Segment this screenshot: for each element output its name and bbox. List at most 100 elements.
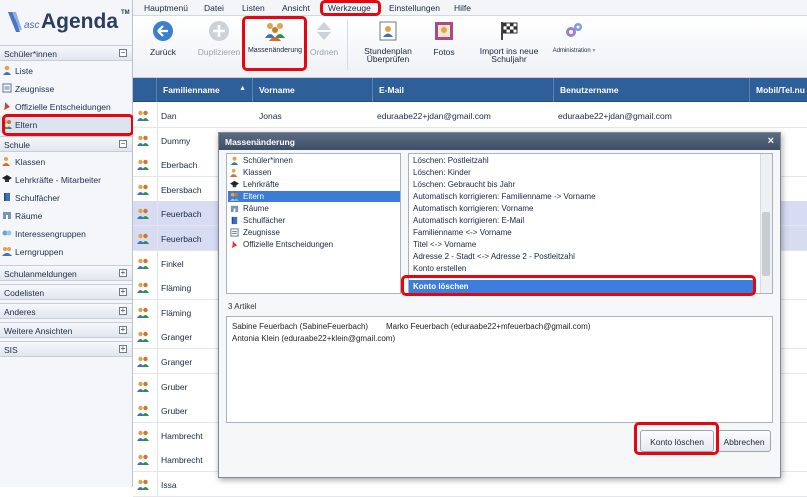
expand-icon[interactable]: + <box>119 326 127 334</box>
category-item-schueler[interactable]: Schüler*innen <box>228 155 400 166</box>
column-label: Familienname <box>163 85 220 95</box>
action-item[interactable]: Adresse 2 - Stadt <-> Adresse 2 - Postle… <box>413 252 575 261</box>
expand-icon[interactable]: + <box>119 288 127 296</box>
logo-name: Agenda <box>41 10 119 33</box>
cell-familienname: Gruber <box>161 382 188 392</box>
table-row[interactable]: Dan Jonas eduraabe22+jdan@gmail.com eduraab… <box>133 103 807 128</box>
cancel-button[interactable]: Abbrechen <box>717 430 771 452</box>
action-item[interactable]: Familienname <-> Vorname <box>413 228 512 237</box>
import-label-2: Schuljahr <box>491 54 527 64</box>
grid-header: Familienname ▲ Vorname E-Mail Benutzernam… <box>133 78 807 102</box>
action-item[interactable]: Automatisch korrigieren: E-Mail <box>413 216 524 225</box>
menu-bar: Hauptmenü Datei Listen Ansicht Werkzeuge… <box>133 0 807 16</box>
action-item[interactable]: Löschen: Kinder <box>413 168 471 177</box>
section-weitere-ansichten[interactable]: Weitere Ansichten + <box>0 322 132 338</box>
section-title: Schüler*innen <box>4 49 57 59</box>
category-item-eltern[interactable]: Eltern <box>228 191 400 202</box>
column-header-vorname[interactable]: Vorname <box>253 78 373 102</box>
action-item[interactable]: Automatisch korrigieren: Vorname <box>413 204 534 213</box>
section-sis[interactable]: SIS + <box>0 341 132 357</box>
menu-hilfe[interactable]: Hilfe <box>454 3 471 13</box>
category-item-schulfaecher[interactable]: Schulfächer <box>228 215 400 226</box>
cell-divider <box>157 398 158 423</box>
action-item[interactable]: Konto erstellen <box>413 264 466 273</box>
cell-familienname: Granger <box>161 332 193 342</box>
duplicate-button[interactable]: Duplizieren <box>195 20 243 57</box>
logo-tm: TM <box>121 10 130 16</box>
sidebar-item-zeugnisse[interactable]: Zeugnisse <box>0 80 132 97</box>
article-entry-detail: Marko Feuerbach (eduraabe22+mfeuerbach@g… <box>386 322 591 331</box>
column-header-benutzername[interactable]: Benutzername <box>554 78 750 102</box>
category-item-entscheidungen[interactable]: Offizielle Entscheidungen <box>228 239 400 250</box>
column-header-email[interactable]: E-Mail <box>373 78 554 102</box>
action-item[interactable]: Titel <-> Vorname <box>413 240 476 249</box>
import-new-year-button[interactable]: Import ins neue Schuljahr <box>473 20 545 63</box>
graduation-cap-icon <box>2 175 12 182</box>
expand-icon[interactable]: + <box>119 269 127 277</box>
action-list[interactable]: Löschen: Postleitzahl Löschen: Kinder Lö… <box>408 153 773 294</box>
administration-button[interactable]: Administration ▾ <box>545 20 603 54</box>
sidebar-item-lehrkraefte[interactable]: Lehrkräfte - Mitarbeiter <box>0 171 132 188</box>
section-codelisten[interactable]: Codelisten + <box>0 284 132 300</box>
collapse-icon[interactable]: − <box>119 49 127 57</box>
sidebar-item-label: Klassen <box>15 157 46 167</box>
collapse-icon[interactable]: − <box>119 140 127 148</box>
column-header-familienname[interactable]: Familienname ▲ <box>157 78 253 102</box>
category-item-klassen[interactable]: Klassen <box>228 167 400 178</box>
highlight-box-eltern <box>2 114 134 136</box>
section-schueler[interactable]: Schüler*innen − <box>0 45 132 61</box>
column-header-mobil[interactable]: Mobil/Tel.nu <box>750 78 807 102</box>
action-list-scrollbar[interactable] <box>760 154 772 293</box>
sidebar-item-label: Interessengruppen <box>15 229 86 239</box>
menu-hauptmenue[interactable]: Hauptmenü <box>144 3 188 13</box>
category-label: Eltern <box>243 192 264 201</box>
action-item[interactable]: Löschen: Postleitzahl <box>413 156 489 165</box>
category-item-raeume[interactable]: Räume <box>228 203 400 214</box>
back-button[interactable]: Zurück <box>143 20 183 57</box>
menu-ansicht[interactable]: Ansicht <box>282 3 310 13</box>
section-anderes[interactable]: Anderes + <box>0 303 132 319</box>
category-item-lehrkraefte[interactable]: Lehrkräfte <box>228 179 400 190</box>
sidebar-item-klassen[interactable]: Klassen <box>0 153 132 170</box>
parents-icon <box>137 307 149 318</box>
section-schule[interactable]: Schule − <box>0 136 132 152</box>
asc-agenda-logo: asc Agenda TM <box>6 8 130 36</box>
cell-divider <box>157 177 158 202</box>
plus-icon <box>209 21 229 41</box>
parents-icon <box>137 208 149 219</box>
close-icon[interactable]: × <box>768 135 774 147</box>
sidebar-item-schulfaecher[interactable]: Schulfächer <box>0 189 132 206</box>
sidebar-item-entscheidungen[interactable]: Offizielle Entscheidungen <box>0 98 132 115</box>
dialog-title: Massenänderung <box>225 137 295 147</box>
scrollbar-thumb[interactable] <box>762 212 770 276</box>
section-schulanmeldungen[interactable]: Schulanmeldungen + <box>0 265 132 281</box>
expand-icon[interactable]: + <box>119 345 127 353</box>
cell-familienname: Dan <box>161 111 177 121</box>
action-item[interactable]: Automatisch korrigieren: Familienname ->… <box>413 192 596 201</box>
photos-button[interactable]: Fotos <box>429 20 459 57</box>
sort-asc-icon: ▲ <box>239 85 246 92</box>
menu-listen[interactable]: Listen <box>242 3 265 13</box>
cell-vorname: Jonas <box>259 111 282 121</box>
action-item[interactable]: Löschen: Gebraucht bis Jahr <box>413 180 515 189</box>
category-label: Schulfächer <box>243 216 286 225</box>
category-label: Lehrkräfte <box>243 180 280 189</box>
menu-einstellungen[interactable]: Einstellungen <box>389 3 440 13</box>
column-label: Mobil/Tel.nu <box>756 85 805 95</box>
arrow-left-icon <box>153 21 173 41</box>
order-button[interactable]: Ordnen <box>307 20 341 57</box>
sidebar-item-raeume[interactable]: Räume <box>0 207 132 224</box>
sidebar-item-interessengruppen[interactable]: Interessengruppen <box>0 225 132 242</box>
parents-icon <box>137 405 149 416</box>
menu-datei[interactable]: Datei <box>204 3 224 13</box>
category-label: Klassen <box>243 168 272 177</box>
sidebar-item-lerngruppen[interactable]: Lerngruppen <box>0 243 132 260</box>
cell-familienname: Hambrecht <box>161 431 203 441</box>
timetable-check-button[interactable]: Stundenplan Überprüfen <box>357 20 419 63</box>
category-item-zeugnisse[interactable]: Zeugnisse <box>228 227 400 238</box>
sidebar-item-liste[interactable]: Liste <box>0 62 132 79</box>
room-icon <box>230 205 239 213</box>
category-list[interactable]: Schüler*innen Klassen Lehrkräfte Eltern … <box>226 153 401 294</box>
cell-divider <box>157 324 158 349</box>
expand-icon[interactable]: + <box>119 307 127 315</box>
